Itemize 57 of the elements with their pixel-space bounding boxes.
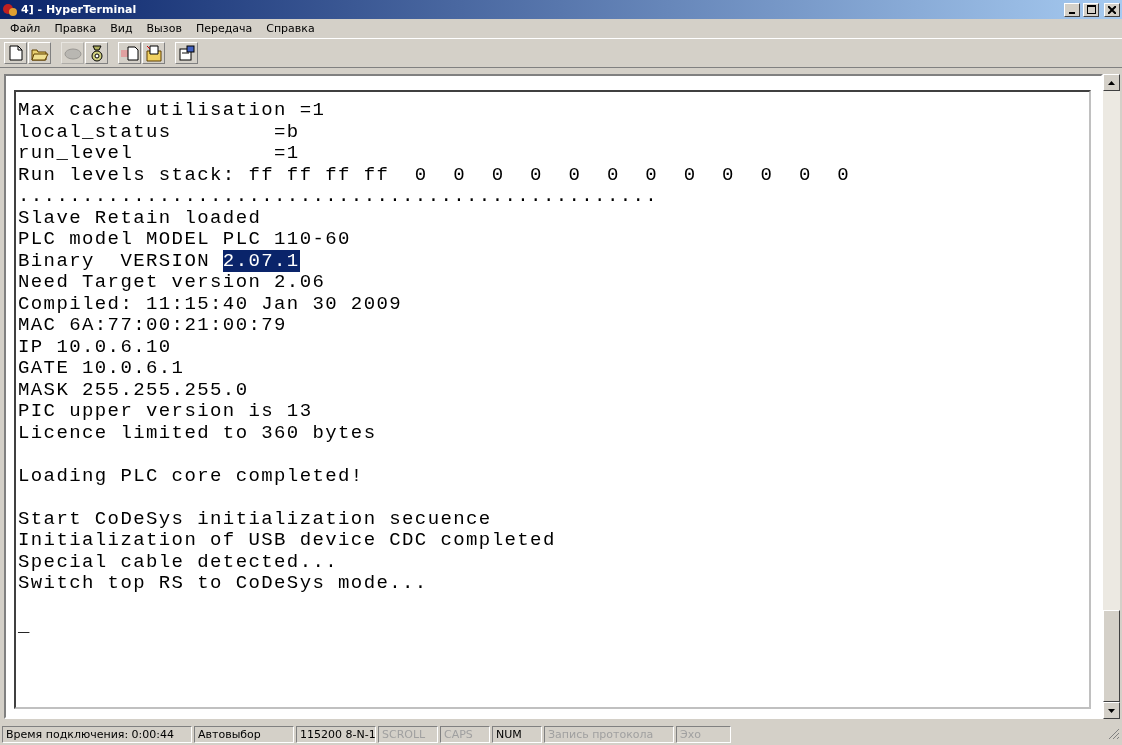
window-title: 4] - HyperTerminal: [21, 3, 138, 16]
terminal-line: Run levels stack: ff ff ff ff 0 0 0 0 0 0 0 0 0 0 0 0: [18, 164, 852, 186]
status-pane: Автовыбор: [194, 725, 294, 743]
terminal-line: MASK 255.255.255.0: [18, 379, 250, 401]
terminal-line: GATE 10.0.6.1: [18, 358, 186, 380]
terminal-line: Binary VERSION 2.07.1: [18, 250, 301, 272]
terminal-line: Start CoDeSys initialization secuence: [18, 508, 493, 530]
scroll-up-button[interactable]: [1103, 74, 1120, 91]
terminal-line: Slave Retain loaded: [18, 207, 263, 229]
menu-item[interactable]: Файл: [4, 22, 47, 35]
terminal-line: PLC model MODEL PLC 110-60: [18, 229, 352, 251]
properties-icon: [177, 45, 196, 61]
toolbar-button[interactable]: [4, 42, 27, 64]
close-icon: [1108, 5, 1116, 14]
blank-page-icon: [8, 45, 23, 61]
page-send-icon: [119, 45, 140, 61]
toolbar-button[interactable]: [28, 42, 51, 64]
toolbar-button[interactable]: [118, 42, 141, 64]
terminal-line: Special cable detected...: [18, 551, 340, 573]
terminal-line: Licence limited to 360 bytes: [18, 422, 378, 444]
terminal-line: Need Target version 2.06: [18, 272, 327, 294]
menu-item[interactable]: Правка: [48, 22, 103, 35]
status-pane: 115200 8-N-1: [296, 725, 376, 743]
menu-item[interactable]: Вызов: [140, 22, 188, 35]
terminal-line: ..................................................: [18, 186, 660, 208]
terminal-line: Max cache utilisation =1: [18, 100, 327, 122]
terminal-line: Switch top RS to CoDeSys mode...: [18, 573, 429, 595]
toolbar-button[interactable]: [175, 42, 198, 64]
folder-receive-icon: [144, 44, 163, 62]
menu-item[interactable]: Передача: [189, 22, 259, 35]
terminal-line: IP 10.0.6.10: [18, 336, 173, 358]
maximize-button[interactable]: [1083, 2, 1099, 17]
menu-item[interactable]: Вид: [104, 22, 139, 35]
scroll-thumb[interactable]: [1103, 610, 1120, 702]
resize-grip-icon[interactable]: [1108, 728, 1120, 740]
status-pane: NUM: [492, 725, 542, 743]
terminal-line: Compiled: 11:15:40 Jan 30 2009: [18, 293, 404, 315]
text-cursor: _: [18, 616, 32, 638]
terminal-line: PIC upper version is 13: [18, 401, 314, 423]
terminal-line: MAC 6A:77:00:21:00:79: [18, 315, 288, 337]
minimize-icon: [1069, 11, 1075, 14]
scroll-down-button[interactable]: [1103, 702, 1120, 719]
terminal-line: Loading PLC core completed!: [18, 465, 365, 487]
up-arrow-icon: [1108, 80, 1115, 85]
toolbar-button[interactable]: [85, 42, 108, 64]
minimize-button[interactable]: [1064, 2, 1080, 17]
maximize-icon: [1086, 5, 1096, 14]
terminal-line: Initialization of USB device CDC completed: [18, 530, 557, 552]
status-pane: Время подключения: 0:00:44: [2, 725, 192, 743]
menu-item[interactable]: Справка: [260, 22, 321, 35]
close-button[interactable]: [1104, 2, 1120, 17]
down-arrow-icon: [1108, 708, 1115, 713]
toolbar-button[interactable]: [142, 42, 165, 64]
vertical-scrollbar[interactable]: [1103, 74, 1120, 719]
app-icon: [2, 2, 18, 17]
terminal-line: local_status =b: [18, 121, 301, 143]
terminal-line: run_level =1: [18, 143, 301, 165]
